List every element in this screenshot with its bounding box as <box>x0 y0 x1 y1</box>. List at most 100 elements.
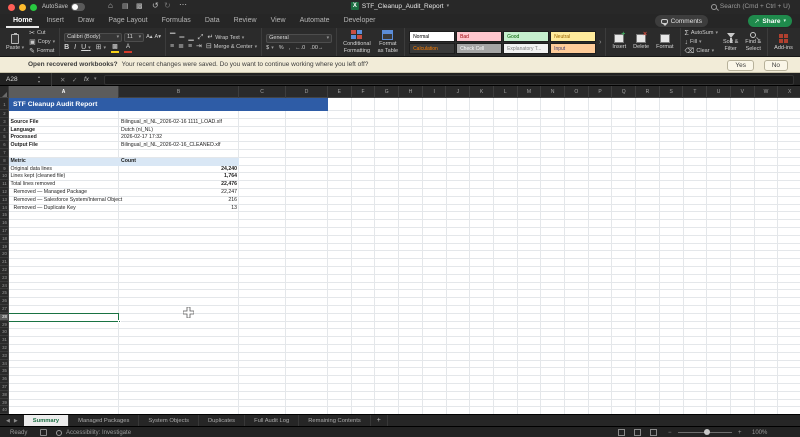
tab-automate[interactable]: Automate <box>293 14 337 28</box>
align-top-icon[interactable]: ▔ <box>170 34 175 41</box>
style-check-cell[interactable]: Check Cell <box>456 42 503 54</box>
cancel-entry-icon[interactable]: ✕ <box>60 76 65 84</box>
cut-button[interactable]: ✂ Cut <box>29 30 55 37</box>
merge-center-button[interactable]: ⊟ Merge & Center ▾ <box>206 43 257 50</box>
cell-label-row-4[interactable]: Language <box>11 127 36 135</box>
align-left-icon[interactable]: ≡ <box>170 43 174 50</box>
style-explanatory-t-[interactable]: Explanatory T... <box>503 42 550 54</box>
normal-view-icon[interactable] <box>618 429 625 436</box>
column-header-D[interactable]: D <box>286 86 328 98</box>
tab-home[interactable]: Home <box>6 14 40 28</box>
paste-button[interactable]: Paste ▾ <box>4 32 26 51</box>
tab-review[interactable]: Review <box>227 14 264 28</box>
home-icon[interactable]: ⌂ <box>108 1 113 10</box>
no-button[interactable]: No <box>763 59 788 71</box>
wrap-text-button[interactable]: ↵ Wrap Text ▾ <box>207 34 244 41</box>
row-header-9[interactable]: 9 <box>0 166 8 173</box>
row-header-12[interactable]: 12 <box>0 189 8 196</box>
orientation-icon[interactable]: ⤢ <box>198 34 204 41</box>
document-title[interactable]: X STF_Cleanup_Audit_Report ▾ <box>350 2 449 10</box>
cell-value-row-5[interactable]: 2026-02-17 17:32 <box>121 134 162 142</box>
close-window-button[interactable] <box>8 4 15 11</box>
zoom-window-button[interactable] <box>30 4 37 11</box>
font-color-icon[interactable]: A <box>123 44 132 53</box>
borders-icon[interactable]: ⊞ ▾ <box>96 44 106 52</box>
column-header-T[interactable]: T <box>684 86 708 98</box>
increase-font-icon[interactable]: A▴ <box>146 34 152 40</box>
column-header-K[interactable]: K <box>470 86 494 98</box>
style-good[interactable]: Good <box>503 30 550 42</box>
column-header-M[interactable]: M <box>518 86 542 98</box>
cell-label-row-13[interactable]: Removed — Salesforce System/Internal Obj… <box>14 197 123 205</box>
cell-value-row-10[interactable]: 1,764 <box>119 173 237 181</box>
sort-filter-button[interactable]: Sort & Filter <box>721 32 740 52</box>
cell-label-row-11[interactable]: Total lines removed <box>11 181 56 189</box>
name-box-stepper-icon[interactable]: ▴ ▾ <box>38 74 40 84</box>
column-header-A[interactable]: A <box>9 86 119 98</box>
copy-button[interactable]: ▣ Copy ▾ <box>29 39 55 46</box>
comments-button[interactable]: Comments <box>654 15 708 27</box>
report-title-cell[interactable]: STF Cleanup Audit Report <box>9 98 328 111</box>
column-header-X[interactable]: X <box>778 86 800 98</box>
zoom-level[interactable]: 100% <box>752 430 767 436</box>
column-header-J[interactable]: J <box>447 86 471 98</box>
page-layout-view-icon[interactable] <box>634 429 641 436</box>
tab-insert[interactable]: Insert <box>39 14 71 28</box>
next-sheet-icon[interactable]: ▶ <box>14 418 18 424</box>
addins-button[interactable]: Add-ins <box>772 33 795 51</box>
row-header-24[interactable]: 24 <box>0 283 8 290</box>
insert-cells-button[interactable]: Insert <box>610 31 628 50</box>
column-header-Q[interactable]: Q <box>612 86 637 98</box>
underline-button[interactable]: U ▾ <box>81 44 91 51</box>
cell-label-row-8[interactable]: Metric <box>11 158 26 166</box>
sheet-tab-managed-packages[interactable]: Managed Packages <box>69 415 140 426</box>
row-header-31[interactable]: 31 <box>0 337 8 344</box>
align-bottom-icon[interactable]: ▁ <box>188 34 193 41</box>
format-as-table-button[interactable]: Format as Table <box>376 30 400 54</box>
row-header-25[interactable]: 25 <box>0 290 8 298</box>
conditional-formatting-button[interactable]: Conditional Formatting <box>341 30 373 54</box>
tab-view[interactable]: View <box>264 14 293 28</box>
row-header-29[interactable]: 29 <box>0 322 8 329</box>
row-header-40[interactable]: 40 <box>0 407 8 414</box>
cell-value-row-3[interactable]: Bilingual_nl_NL_2026-02-16 1111_LOAD.xlf <box>121 119 222 127</box>
tab-page-layout[interactable]: Page Layout <box>101 14 154 28</box>
clear-button[interactable]: ⌫ Clear ▾ <box>685 48 718 55</box>
column-header-W[interactable]: W <box>755 86 779 98</box>
cell-label-row-3[interactable]: Source File <box>11 119 39 127</box>
row-header-17[interactable]: 17 <box>0 228 8 235</box>
cell-value-row-6[interactable]: Bilingual_nl_NL_2026-02-16_CLEANED.xlf <box>121 142 221 150</box>
column-header-O[interactable]: O <box>565 86 589 98</box>
row-header-21[interactable]: 21 <box>0 259 8 266</box>
row-header-28[interactable]: 28 <box>0 313 8 321</box>
cell-value-row-11[interactable]: 22,476 <box>119 181 237 189</box>
font-size-select[interactable]: 11 ▾ <box>124 32 145 42</box>
accessibility-status[interactable]: Accessibility: Investigate <box>66 430 131 436</box>
save-icon[interactable]: ▤ <box>122 2 129 10</box>
cell-value-row-4[interactable]: Dutch (nl_NL) <box>121 127 153 135</box>
more-commands-icon[interactable]: ⋯ <box>179 0 187 9</box>
format-painter-button[interactable]: ✎ Format <box>29 48 55 55</box>
cell-label-row-10[interactable]: Lines kept (cleaned file) <box>11 173 66 181</box>
column-header-N[interactable]: N <box>541 86 565 98</box>
sheet-tab-system-objects[interactable]: System Objects <box>139 415 199 426</box>
search-field[interactable]: Search (Cmd + Ctrl + U) <box>710 3 790 10</box>
row-header-7[interactable]: 7 <box>0 150 8 157</box>
row-header-33[interactable]: 33 <box>0 353 8 360</box>
style-normal[interactable]: Normal <box>409 30 456 42</box>
column-header-G[interactable]: G <box>375 86 400 98</box>
undo-icon[interactable]: ↺ <box>152 1 159 10</box>
align-right-icon[interactable]: ≡ <box>188 43 192 50</box>
cell-value-row-13[interactable]: 216 <box>119 197 237 205</box>
column-header-P[interactable]: P <box>589 86 613 98</box>
select-all-corner[interactable] <box>0 86 9 98</box>
cell-value-row-8[interactable]: Count <box>121 158 136 166</box>
row-header-19[interactable]: 19 <box>0 244 8 251</box>
cell-value-row-14[interactable]: 13 <box>119 205 237 213</box>
style-neutral[interactable]: Neutral <box>550 30 597 42</box>
name-box[interactable]: A28 ▴ ▾ <box>0 73 52 86</box>
column-header-L[interactable]: L <box>494 86 518 98</box>
italic-button[interactable]: I <box>74 44 76 51</box>
row-header-27[interactable]: 27 <box>0 306 8 313</box>
column-header-R[interactable]: R <box>636 86 660 98</box>
